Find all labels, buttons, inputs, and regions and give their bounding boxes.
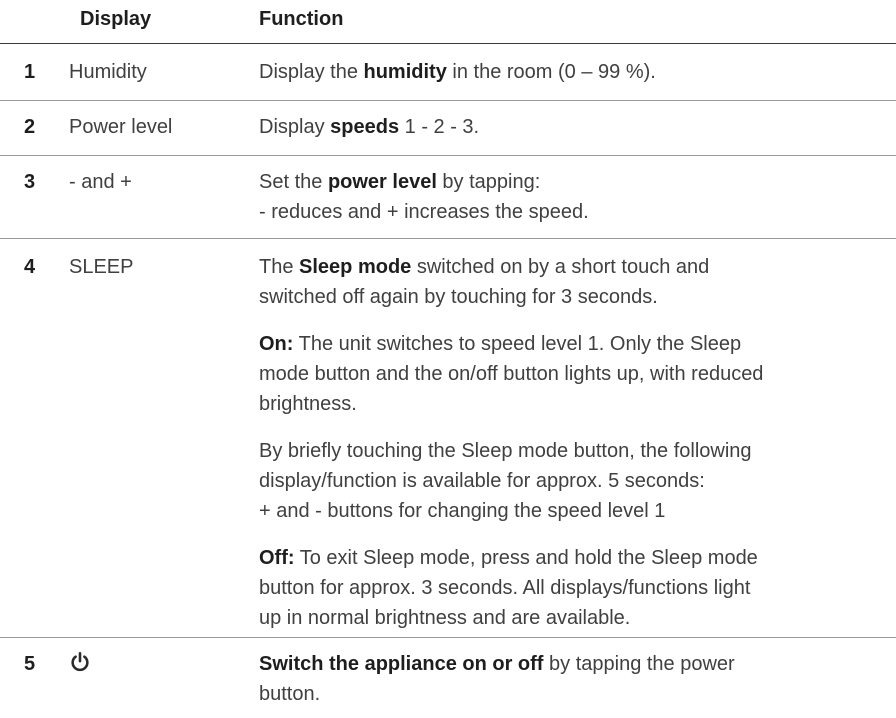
row-number: 2 xyxy=(24,116,36,138)
row-display: Power level xyxy=(69,116,173,138)
function-line: button for approx. 3 seconds. All displa… xyxy=(259,577,751,599)
function-line: Display speeds 1 - 2 - 3. xyxy=(259,116,480,138)
function-line: brightness. xyxy=(259,393,357,415)
row-number: 3 xyxy=(24,171,36,193)
function-line: button. xyxy=(259,683,321,705)
function-line: up in normal brightness and are availabl… xyxy=(259,607,631,629)
row-display xyxy=(69,649,91,679)
table-row: 3 - and + Set the power level by tapping… xyxy=(0,156,896,239)
table-header: Display Function xyxy=(0,0,896,44)
function-line: + and - buttons for changing the speed l… xyxy=(259,500,666,522)
function-line: display/function is available for approx… xyxy=(259,470,705,492)
function-line: Switch the appliance on or off by tappin… xyxy=(259,653,735,675)
table-row: 5 Switch the appliance on or off by tapp… xyxy=(0,638,896,718)
row-display: SLEEP xyxy=(69,256,134,278)
row-display: Humidity xyxy=(69,61,147,83)
function-line: On: The unit switches to speed level 1. … xyxy=(259,333,742,355)
row-function: Switch the appliance on or off by tappin… xyxy=(259,649,869,709)
function-line: By briefly touching the Sleep mode butto… xyxy=(259,440,752,462)
row-display: - and + xyxy=(69,171,132,193)
row-function: Display speeds 1 - 2 - 3. xyxy=(259,112,869,142)
row-function: Set the power level by tapping: - reduce… xyxy=(259,167,869,227)
function-line: Display the humidity in the room (0 – 99… xyxy=(259,61,656,83)
header-function: Function xyxy=(259,8,344,30)
row-number: 4 xyxy=(24,256,36,278)
function-line: - reduces and + increases the speed. xyxy=(259,201,589,223)
function-line: The Sleep mode switched on by a short to… xyxy=(259,256,710,278)
function-table: Display Function 1 Humidity Display the … xyxy=(0,0,896,718)
function-line: Set the power level by tapping: xyxy=(259,171,541,193)
function-line: Off: To exit Sleep mode, press and hold … xyxy=(259,547,758,569)
function-line: switched off again by touching for 3 sec… xyxy=(259,286,658,308)
function-line: mode button and the on/off button lights… xyxy=(259,363,764,385)
table-row: 1 Humidity Display the humidity in the r… xyxy=(0,44,896,101)
header-display: Display xyxy=(80,8,152,30)
table-row: 4 SLEEP The Sleep mode switched on by a … xyxy=(0,239,896,638)
power-icon xyxy=(69,651,91,673)
row-number: 5 xyxy=(24,653,36,675)
row-function: The Sleep mode switched on by a short to… xyxy=(259,252,869,633)
row-number: 1 xyxy=(24,61,36,83)
table-row: 2 Power level Display speeds 1 - 2 - 3. xyxy=(0,101,896,156)
row-function: Display the humidity in the room (0 – 99… xyxy=(259,57,869,87)
